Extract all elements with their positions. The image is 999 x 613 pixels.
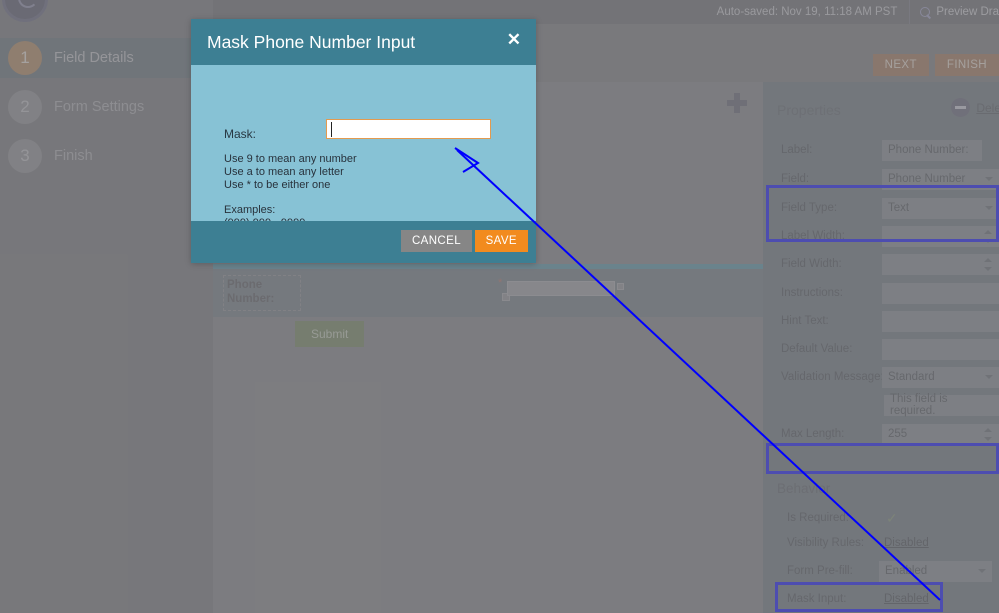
text-caret [331, 122, 332, 137]
application-window: Auto-saved: Nov 19, 11:18 AM PST Preview… [0, 0, 999, 613]
mask-phone-number-modal: Mask Phone Number Input ✕ Mask: Use 9 to… [191, 19, 536, 263]
save-button[interactable]: SAVE [474, 230, 528, 252]
close-icon[interactable]: ✕ [507, 31, 521, 48]
mask-hints-text: Use 9 to mean any number Use a to mean a… [224, 153, 357, 191]
modal-footer: CANCEL SAVE [191, 221, 536, 263]
modal-header: Mask Phone Number Input ✕ [191, 19, 536, 65]
cancel-button[interactable]: CANCEL [400, 230, 472, 252]
mask-field-label: Mask: [224, 127, 257, 141]
modal-body: Mask: Use 9 to mean any number Use a to … [191, 65, 536, 242]
modal-title: Mask Phone Number Input [207, 31, 416, 52]
mask-input[interactable] [326, 119, 491, 139]
